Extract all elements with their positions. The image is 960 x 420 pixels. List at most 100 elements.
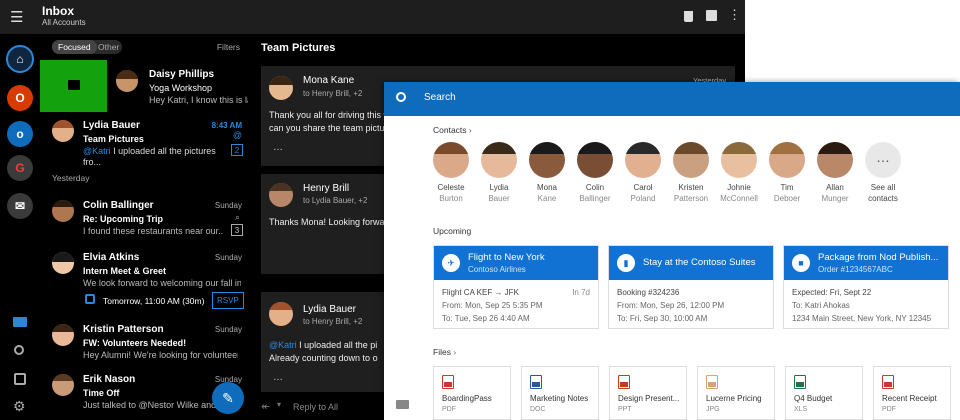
file-name: Q4 Budget bbox=[794, 394, 833, 403]
upcoming-card[interactable]: ▮ Stay at the Contoso Suites Booking #3242… bbox=[608, 245, 774, 329]
search-nav-icon[interactable] bbox=[14, 345, 24, 355]
upcoming-subtitle: Contoso Airlines bbox=[468, 265, 526, 274]
upcoming-header: Upcoming bbox=[433, 226, 472, 236]
message-preview: @Katri I uploaded all the pictures fro..… bbox=[83, 146, 233, 168]
contact-name: Mona Kane bbox=[524, 182, 570, 204]
reply-options-chevron-icon[interactable]: ▾ bbox=[277, 400, 281, 409]
list-item[interactable]: Daisy Phillips Yoga Workshop Hey Katri, … bbox=[40, 60, 248, 112]
hamburger-menu-icon[interactable]: ☰ bbox=[10, 8, 23, 26]
message-body: Already counting down to o bbox=[269, 353, 378, 363]
avatar bbox=[433, 142, 469, 178]
upcoming-title: Flight to New York bbox=[468, 252, 545, 263]
inbox-title: Inbox bbox=[42, 4, 74, 18]
mention[interactable]: @Katri bbox=[269, 340, 297, 350]
chevron-right-icon: › bbox=[468, 125, 472, 135]
contact-item[interactable]: Celeste Burton bbox=[428, 142, 474, 204]
thread-title: Team Pictures bbox=[261, 42, 336, 54]
contact-item[interactable]: Tim Deboer bbox=[764, 142, 810, 204]
file-card[interactable]: Design Present... PPT bbox=[609, 366, 687, 420]
contact-item[interactable]: Kristen Patterson bbox=[668, 142, 714, 204]
mention[interactable]: @Katri bbox=[83, 146, 111, 156]
inbox-subtitle: All Accounts bbox=[42, 18, 86, 27]
files-header[interactable]: Files › bbox=[433, 347, 456, 357]
file-card[interactable]: Marketing Notes DOC bbox=[521, 366, 599, 420]
contact-item[interactable]: Allan Munger bbox=[812, 142, 858, 204]
more-content-icon[interactable]: … bbox=[273, 372, 283, 383]
search-icon[interactable] bbox=[396, 92, 406, 102]
upcoming-card[interactable]: ■ Package from Nod Publish... Order #12345… bbox=[783, 245, 949, 329]
message-preview: Hey Alumni! We're looking for volunteers… bbox=[83, 350, 238, 360]
calendar-nav-icon[interactable] bbox=[14, 373, 26, 385]
file-card[interactable]: Recent Receipt PDF bbox=[873, 366, 951, 420]
list-item[interactable]: Kristin Patterson Sunday FW: Volunteers … bbox=[40, 320, 248, 364]
reply-all-button[interactable]: Reply to All bbox=[293, 402, 338, 412]
archive-icon[interactable] bbox=[706, 10, 717, 21]
contact-item[interactable]: … See all contacts bbox=[860, 142, 906, 204]
file-card[interactable]: Q4 Budget XLS bbox=[785, 366, 863, 420]
outlook-account-icon[interactable]: o bbox=[7, 121, 33, 147]
upcoming-line-2: From: Mon, Sep 25 5:35 PM bbox=[442, 301, 543, 310]
avatar bbox=[577, 142, 613, 178]
list-item[interactable]: Lydia Bauer 8:43 AM Team Pictures @Katri… bbox=[40, 116, 248, 168]
archive-icon bbox=[68, 80, 80, 90]
message-body: can you share the team pictur bbox=[269, 123, 388, 133]
file-name: Recent Receipt bbox=[882, 394, 937, 403]
jpg-file-icon bbox=[706, 375, 718, 389]
contact-first-name: Lydia bbox=[489, 183, 509, 192]
contact-name: Kristen Patterson bbox=[668, 182, 714, 204]
rsvp-button[interactable]: RSVP bbox=[212, 292, 244, 309]
message-preview: Just talked to @Nestor Wilke and he will bbox=[83, 400, 223, 410]
more-options-icon[interactable]: ⋮ bbox=[728, 7, 741, 23]
file-name: Design Present... bbox=[618, 394, 680, 403]
contact-item[interactable]: Johnie McConnell bbox=[716, 142, 762, 204]
contact-name: Colin Ballinger bbox=[572, 182, 618, 204]
sender-name: Henry Brill bbox=[303, 183, 350, 194]
contact-last-name: Burton bbox=[439, 194, 463, 203]
upcoming-card[interactable]: ✈ Flight to New York Contoso Airlines Fligh… bbox=[433, 245, 599, 329]
upcoming-line-3: 1234 Main Street, New York, NY 12345 bbox=[792, 314, 932, 323]
mail-account-icon[interactable]: ✉ bbox=[7, 193, 33, 219]
tab-focused[interactable]: Focused bbox=[52, 40, 97, 54]
file-card[interactable]: BoardingPass PDF bbox=[433, 366, 511, 420]
mail-icon[interactable] bbox=[396, 400, 409, 409]
sender-name: Colin Ballinger bbox=[83, 200, 154, 211]
contact-item[interactable]: Colin Ballinger bbox=[572, 142, 618, 204]
upcoming-line-1: Expected: Fri, Sept 22 bbox=[792, 288, 872, 297]
upcoming-subtitle: Order #1234567ABC bbox=[818, 265, 893, 274]
mail-nav-icon[interactable] bbox=[13, 317, 27, 327]
event-time: Tomorrow, 11:00 AM (30m) bbox=[103, 296, 205, 306]
settings-nav-icon[interactable]: ⚙ bbox=[13, 398, 26, 415]
archive-swipe-action[interactable] bbox=[40, 60, 107, 112]
filters-button[interactable]: Filters bbox=[217, 42, 240, 52]
search-input[interactable]: Search bbox=[424, 92, 456, 103]
contact-first-name: See all bbox=[870, 183, 896, 192]
contact-item[interactable]: Mona Kane bbox=[524, 142, 570, 204]
attachment-icon: ⌕ bbox=[234, 212, 240, 222]
contact-last-name: Ballinger bbox=[579, 194, 611, 203]
list-item[interactable]: Elvia Atkins Sunday Intern Meet & Greet … bbox=[40, 248, 248, 312]
mention-icon: @ bbox=[232, 130, 242, 140]
message-body: Thank you all for driving this w bbox=[269, 110, 391, 120]
more-content-icon[interactable]: … bbox=[273, 142, 283, 153]
contact-name: Celeste Burton bbox=[428, 182, 474, 204]
avatar bbox=[52, 324, 74, 346]
compose-button[interactable]: ✎ bbox=[212, 382, 244, 414]
upcoming-line-2: From: Mon, Sep 26, 12:00 PM bbox=[617, 301, 725, 310]
message-subject: Time Off bbox=[83, 388, 120, 398]
office-account-icon[interactable]: O bbox=[7, 85, 33, 111]
home-account-icon[interactable]: ⌂ bbox=[6, 45, 34, 73]
google-account-icon[interactable]: G bbox=[7, 155, 33, 181]
contact-item[interactable]: Lydia Bauer bbox=[476, 142, 522, 204]
contact-item[interactable]: Carol Poland bbox=[620, 142, 666, 204]
message-preview: I found these restaurants near our... bbox=[83, 226, 223, 236]
reply-all-icon[interactable]: ↞ bbox=[261, 400, 270, 413]
contacts-header[interactable]: Contacts › bbox=[433, 125, 472, 135]
message-time: Sunday bbox=[214, 253, 242, 262]
delete-icon[interactable] bbox=[684, 11, 693, 22]
contact-first-name: Allan bbox=[826, 183, 844, 192]
file-name: Lucerne Pricing bbox=[706, 394, 762, 403]
tab-other[interactable]: Other bbox=[94, 40, 123, 54]
message-time: Sunday bbox=[214, 325, 242, 334]
file-card[interactable]: Lucerne Pricing JPG bbox=[697, 366, 775, 420]
list-item[interactable]: Colin Ballinger Sunday Re: Upcoming Trip… bbox=[40, 196, 248, 244]
